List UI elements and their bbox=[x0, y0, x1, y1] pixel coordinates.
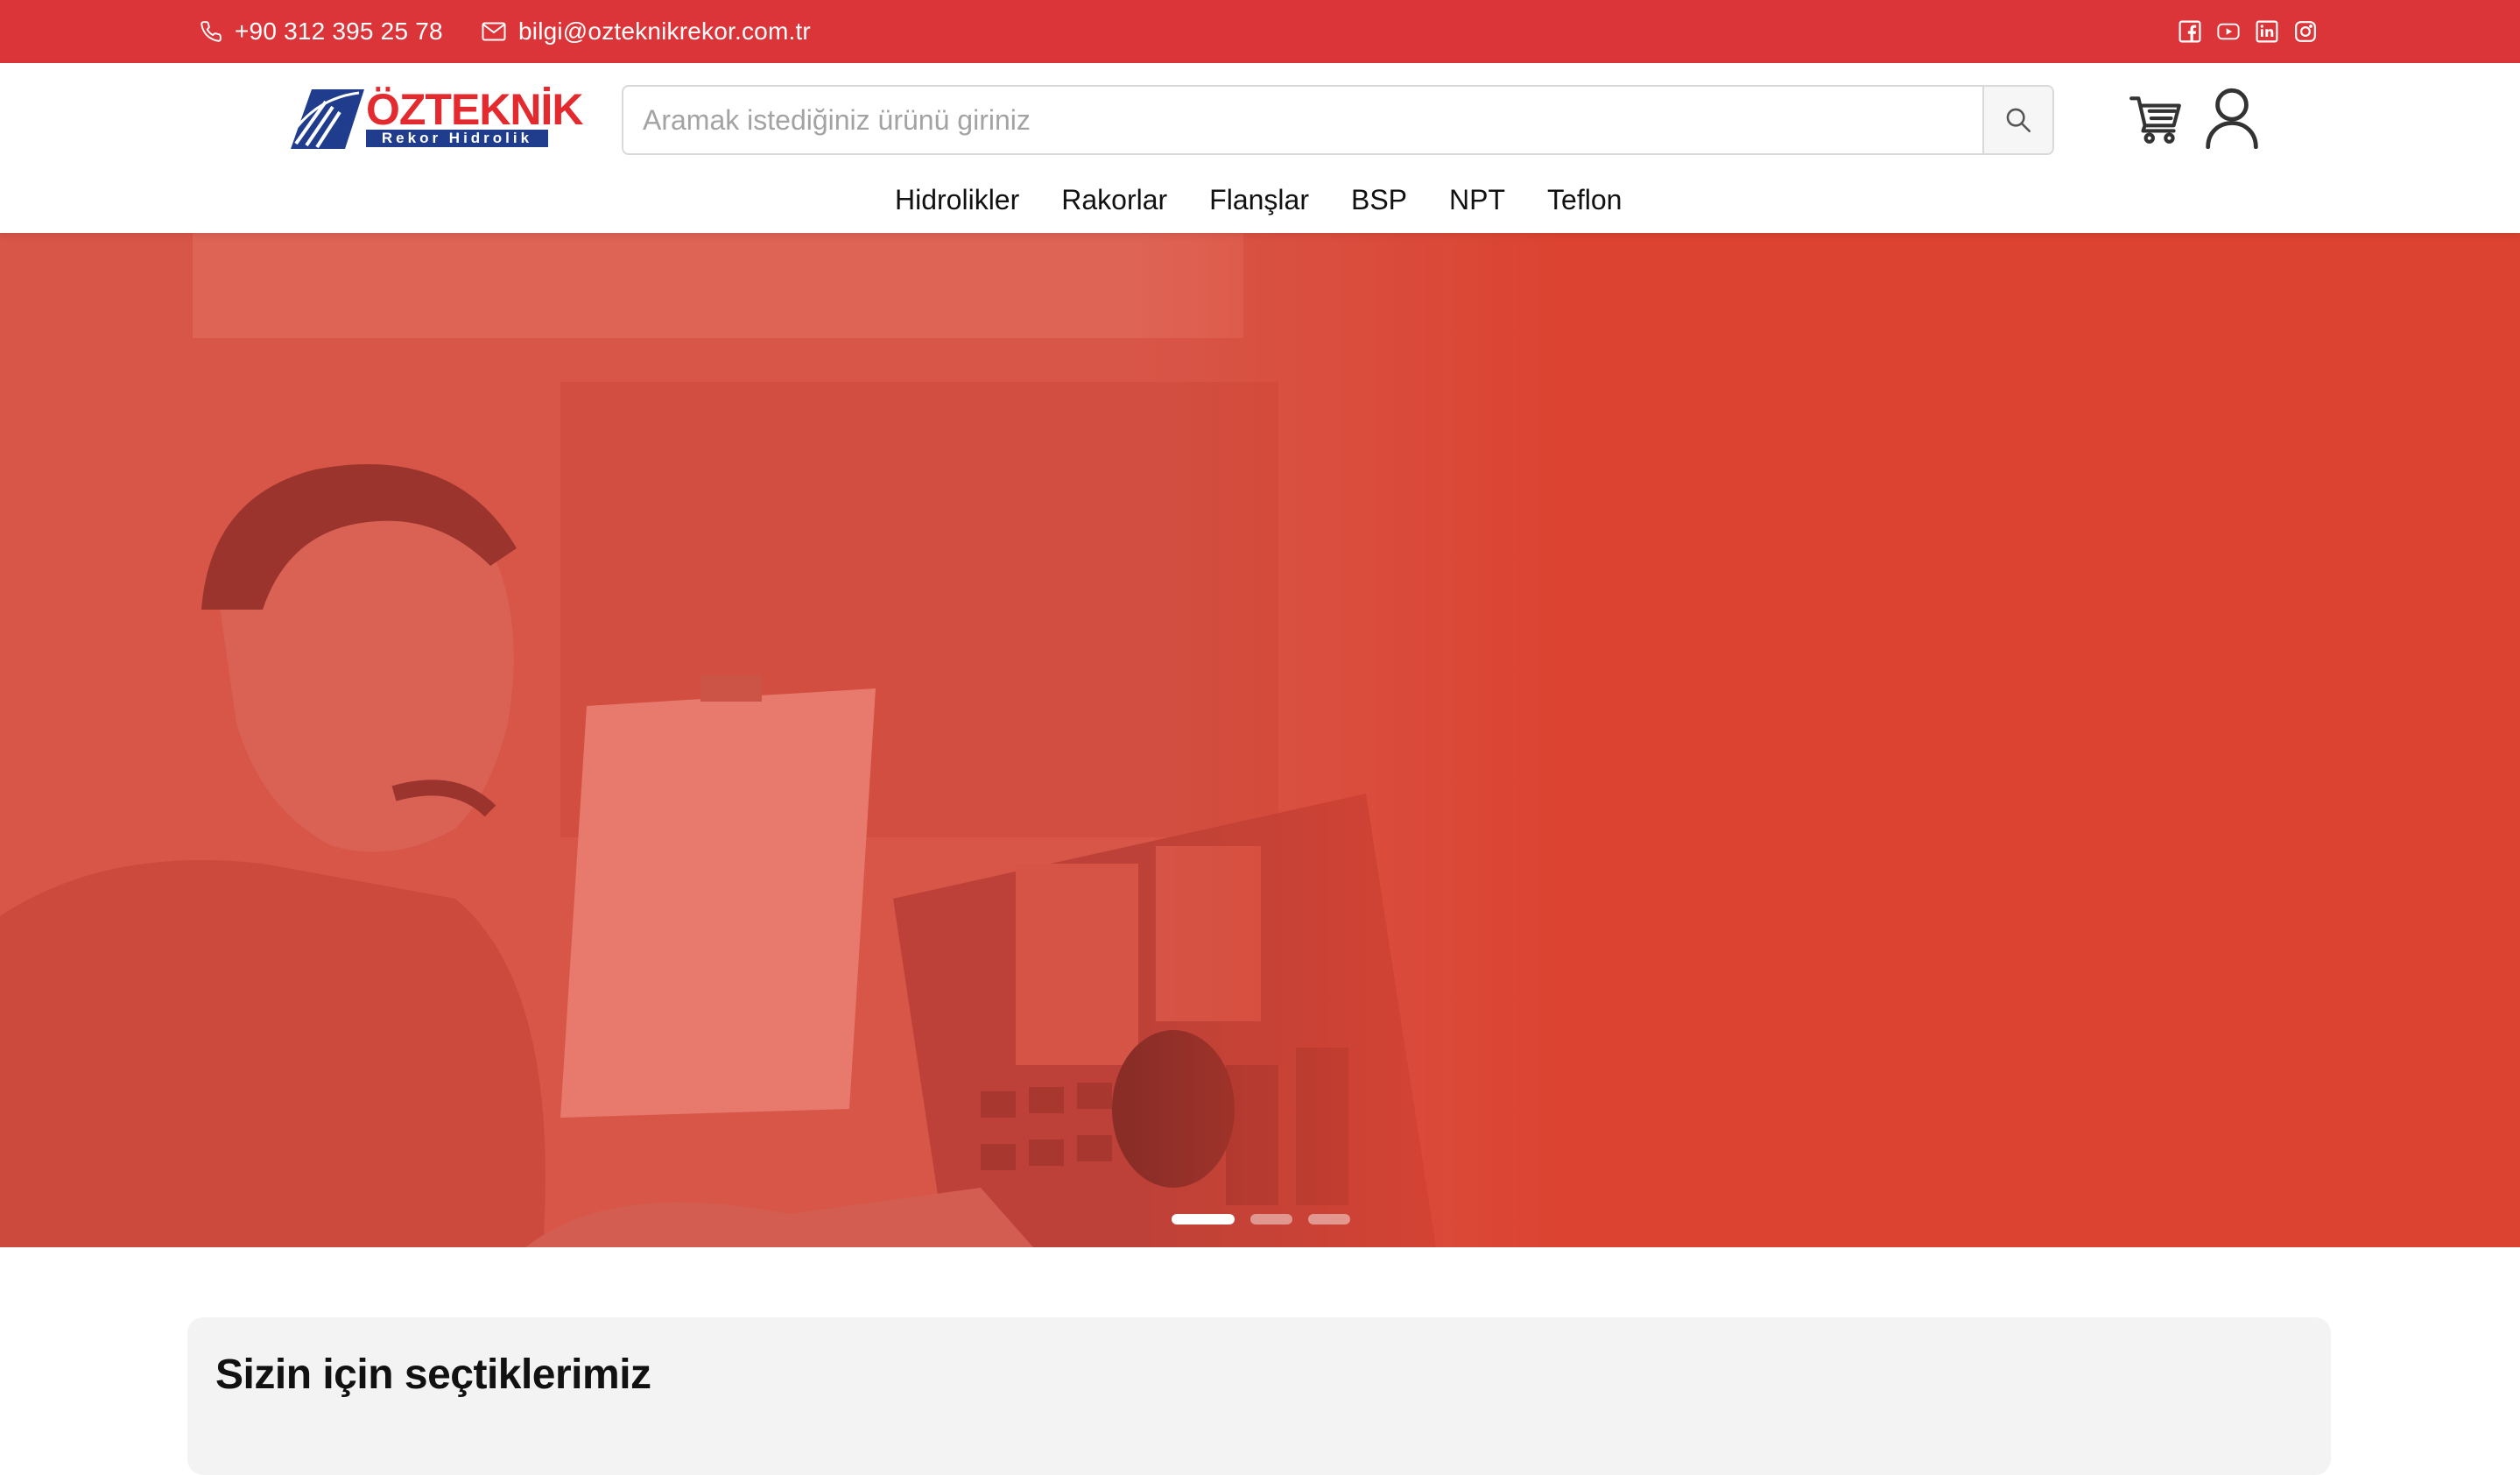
nav-item-bsp[interactable]: BSP bbox=[1351, 179, 1407, 221]
search-button[interactable] bbox=[1982, 87, 2052, 153]
top-bar: +90 312 395 25 78 bilgi@ozteknikrekor.co… bbox=[0, 0, 2520, 63]
slider-dot-2[interactable] bbox=[1250, 1214, 1292, 1224]
account-button[interactable] bbox=[2205, 88, 2259, 150]
hero-slider[interactable] bbox=[0, 233, 2520, 1247]
linkedin-icon[interactable] bbox=[2256, 20, 2278, 43]
nav-item-teflon[interactable]: Teflon bbox=[1547, 179, 1622, 221]
site-header: ÖZTEKNİK Rekor Hidrolik Hidrolikler Rako… bbox=[0, 63, 2520, 233]
email-address: bilgi@ozteknikrekor.com.tr bbox=[518, 18, 811, 45]
slider-dots bbox=[1172, 1214, 1350, 1224]
youtube-icon[interactable] bbox=[2217, 20, 2240, 43]
logo-subtitle: Rekor Hidrolik bbox=[366, 130, 548, 147]
nav-item-flanslar[interactable]: Flanşlar bbox=[1209, 179, 1309, 221]
search-input[interactable] bbox=[623, 87, 1986, 153]
phone-link[interactable]: +90 312 395 25 78 bbox=[200, 0, 443, 63]
logo-title: ÖZTEKNİK bbox=[366, 85, 584, 134]
phone-number: +90 312 395 25 78 bbox=[235, 18, 443, 45]
slider-dot-3[interactable] bbox=[1308, 1214, 1350, 1224]
facebook-icon[interactable] bbox=[2179, 20, 2201, 43]
logo-mark-icon bbox=[291, 89, 364, 149]
nav-item-rakorlar[interactable]: Rakorlar bbox=[1061, 179, 1167, 221]
nav-item-hidrolikler[interactable]: Hidrolikler bbox=[895, 179, 1019, 221]
slider-dot-1[interactable] bbox=[1172, 1214, 1235, 1224]
section-title: Sizin için seçtiklerimiz bbox=[215, 1351, 651, 1398]
main-nav: Hidrolikler Rakorlar Flanşlar BSP NPT Te… bbox=[0, 179, 2520, 221]
search-bar bbox=[622, 85, 2054, 155]
cart-icon bbox=[2129, 96, 2181, 144]
email-link[interactable]: bilgi@ozteknikrekor.com.tr bbox=[482, 0, 811, 63]
user-icon bbox=[2206, 88, 2258, 150]
featured-section: Sizin için seçtiklerimiz bbox=[187, 1317, 2331, 1475]
logo[interactable]: ÖZTEKNİK Rekor Hidrolik bbox=[291, 86, 584, 151]
cart-button[interactable] bbox=[2128, 89, 2186, 147]
nav-item-npt[interactable]: NPT bbox=[1449, 179, 1505, 221]
search-icon bbox=[2006, 108, 2031, 133]
mail-icon bbox=[482, 22, 506, 41]
hero-image bbox=[0, 233, 2520, 1247]
social-links bbox=[2179, 0, 2317, 63]
phone-icon bbox=[201, 21, 222, 42]
instagram-icon[interactable] bbox=[2294, 20, 2317, 43]
